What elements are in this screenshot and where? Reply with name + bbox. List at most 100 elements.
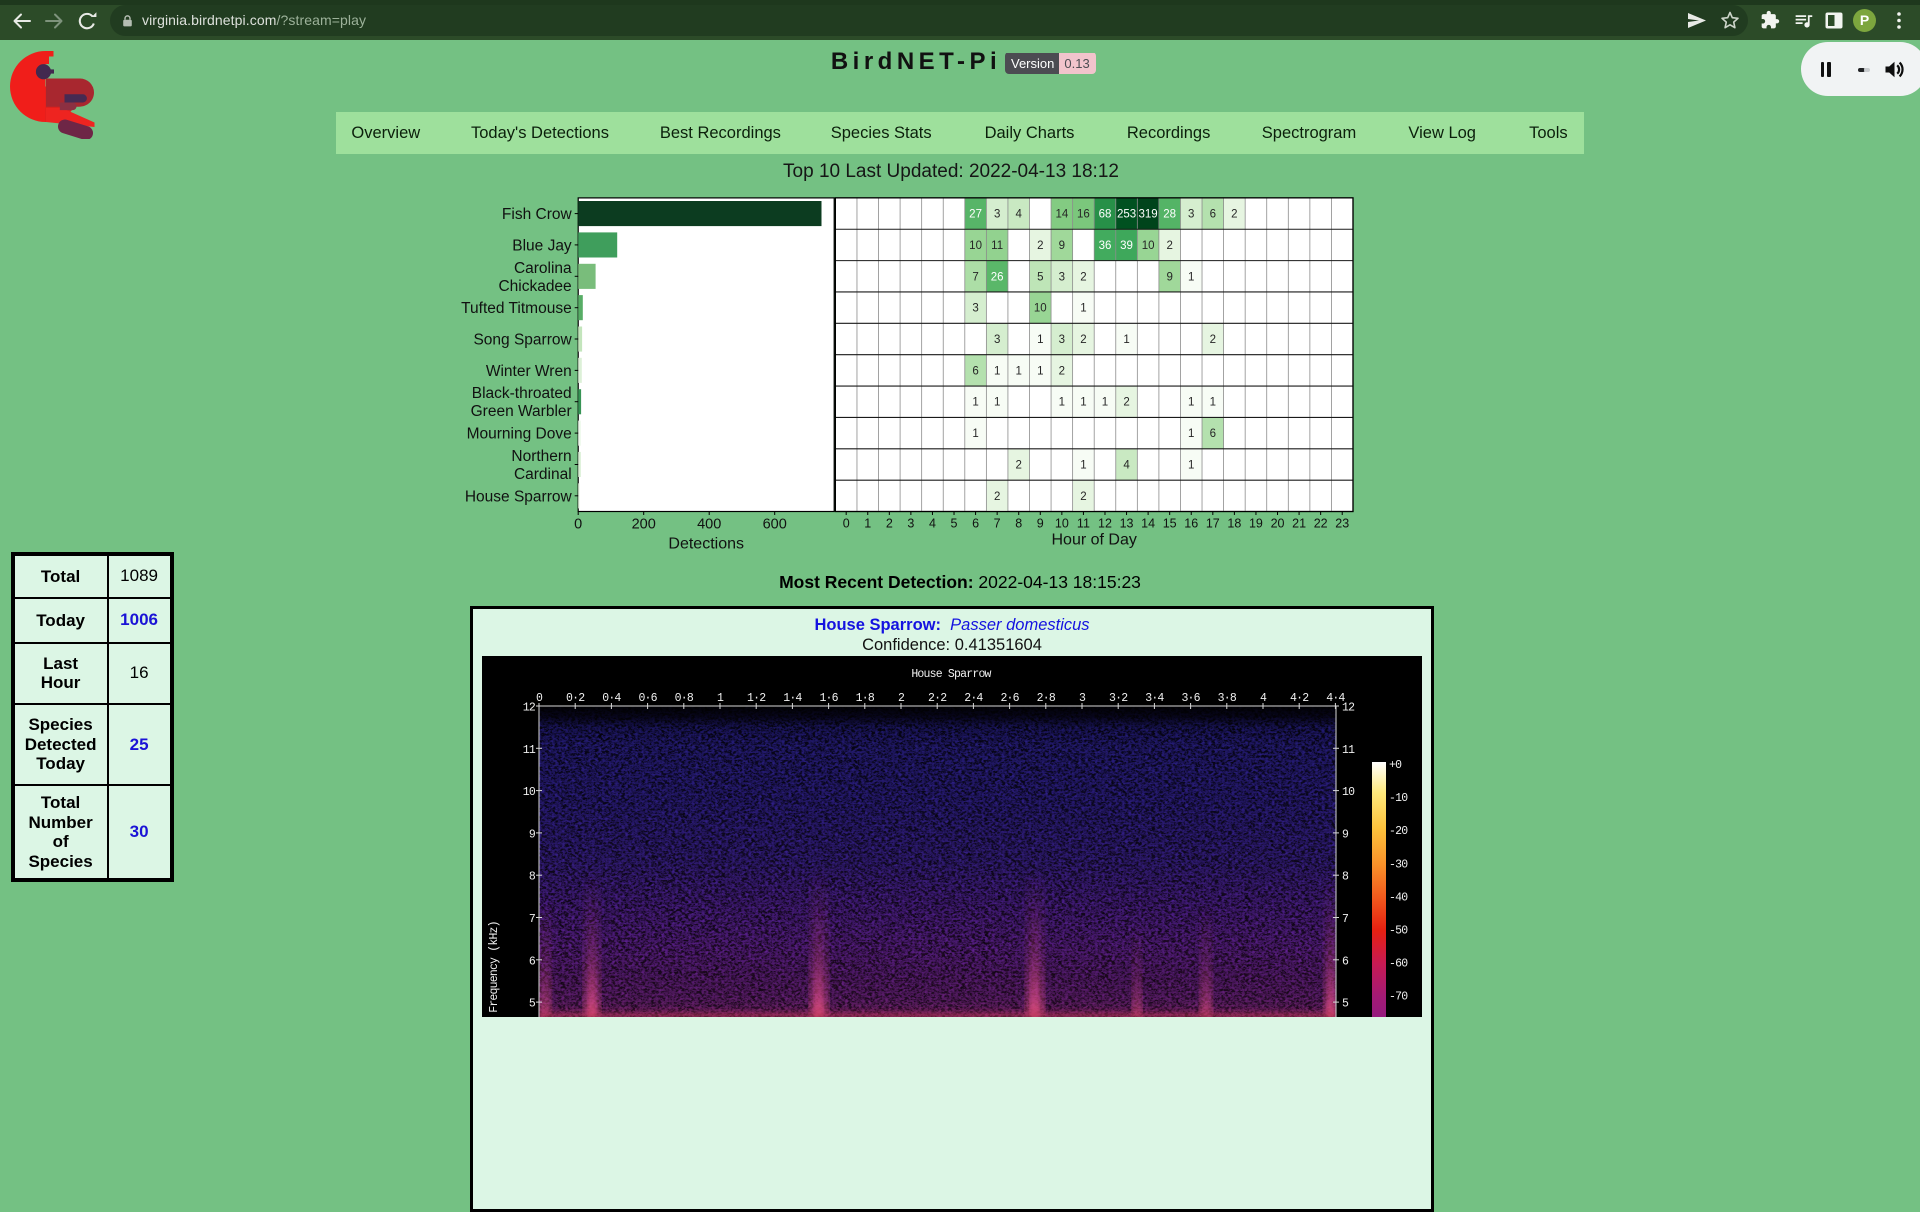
svg-text:Northern: Northern [511,448,571,465]
svg-text:253: 253 [1117,209,1136,221]
svg-text:6: 6 [1210,428,1216,440]
svg-text:6: 6 [1342,955,1349,968]
svg-text:9: 9 [1059,240,1065,252]
svg-text:1: 1 [864,517,871,531]
svg-text:17: 17 [1206,517,1220,531]
svg-text:3: 3 [972,303,978,315]
svg-text:Tufted Titmouse: Tufted Titmouse [461,300,572,317]
svg-text:0: 0 [574,517,582,533]
svg-text:68: 68 [1099,209,1112,221]
svg-text:200: 200 [632,517,656,533]
svg-text:3: 3 [1059,334,1065,346]
svg-text:8: 8 [1015,517,1022,531]
svg-text:House Sparrow: House Sparrow [911,668,991,681]
svg-text:28: 28 [1163,209,1176,221]
svg-text:Chickadee: Chickadee [498,278,571,295]
svg-text:36: 36 [1099,240,1112,252]
svg-text:27: 27 [969,209,982,221]
svg-text:11: 11 [523,744,536,757]
svg-text:10: 10 [1034,303,1047,315]
svg-text:-50: -50 [1389,925,1408,938]
svg-text:Blue Jay: Blue Jay [512,237,572,254]
svg-text:9: 9 [529,828,536,841]
svg-text:2: 2 [1231,209,1237,221]
svg-text:1: 1 [1188,428,1194,440]
svg-text:1: 1 [1059,397,1065,409]
svg-text:Green Warbler: Green Warbler [471,403,572,420]
svg-text:Fish Crow: Fish Crow [502,206,573,223]
svg-text:Hour of Day: Hour of Day [1052,532,1137,549]
svg-text:20: 20 [1271,517,1285,531]
svg-text:10: 10 [969,240,982,252]
svg-text:4: 4 [1016,209,1023,221]
svg-text:Song Sparrow: Song Sparrow [473,332,572,349]
svg-text:2: 2 [1080,491,1086,503]
svg-text:1: 1 [1188,271,1194,283]
svg-text:1: 1 [1123,334,1129,346]
svg-text:8: 8 [1342,871,1349,884]
svg-text:2: 2 [886,517,893,531]
svg-text:14: 14 [1055,209,1068,221]
svg-text:+0: +0 [1389,759,1402,772]
svg-text:1: 1 [1102,397,1108,409]
svg-text:2: 2 [1016,459,1022,471]
svg-text:1: 1 [1080,303,1086,315]
svg-text:2: 2 [1123,397,1129,409]
svg-text:9: 9 [1037,517,1044,531]
svg-text:6: 6 [1210,209,1216,221]
svg-text:House Sparrow: House Sparrow [465,488,573,505]
svg-text:-20: -20 [1389,825,1408,838]
svg-text:5: 5 [529,998,536,1011]
svg-text:1: 1 [972,397,978,409]
svg-text:-60: -60 [1389,958,1408,971]
svg-text:10: 10 [1055,517,1069,531]
svg-text:1: 1 [1080,397,1086,409]
svg-text:1: 1 [1037,334,1043,346]
svg-text:8: 8 [529,871,536,884]
svg-text:23: 23 [1335,517,1349,531]
svg-text:14: 14 [1141,517,1155,531]
svg-text:7: 7 [1342,913,1348,926]
svg-text:11: 11 [1342,744,1355,757]
svg-text:1: 1 [1210,397,1216,409]
svg-text:9: 9 [1166,271,1172,283]
svg-text:6: 6 [529,955,536,968]
svg-text:2: 2 [1210,334,1216,346]
svg-text:6: 6 [972,517,979,531]
svg-text:1: 1 [1037,365,1043,377]
svg-text:319: 319 [1139,209,1158,221]
svg-text:19: 19 [1249,517,1263,531]
svg-text:2: 2 [1059,365,1065,377]
svg-text:-10: -10 [1389,792,1408,805]
svg-text:6: 6 [972,365,978,377]
svg-text:18: 18 [1227,517,1241,531]
svg-text:Detections: Detections [668,536,744,553]
svg-text:3: 3 [1188,209,1194,221]
svg-text:1: 1 [994,365,1000,377]
svg-text:12: 12 [1098,517,1112,531]
svg-text:3: 3 [1059,271,1065,283]
svg-text:2: 2 [1080,334,1086,346]
svg-text:Mourning Dove: Mourning Dove [467,426,572,443]
svg-text:21: 21 [1292,517,1306,531]
svg-text:1: 1 [1188,459,1194,471]
svg-text:16: 16 [1077,209,1090,221]
svg-text:5: 5 [951,517,958,531]
svg-text:4: 4 [1123,459,1130,471]
svg-text:10: 10 [1142,240,1155,252]
svg-text:1: 1 [1080,459,1086,471]
svg-text:Frequency (kHz): Frequency (kHz) [488,921,501,1013]
svg-text:15: 15 [1163,517,1177,531]
svg-text:3: 3 [994,209,1000,221]
svg-text:5: 5 [1037,271,1043,283]
svg-text:10: 10 [523,786,536,799]
svg-text:3: 3 [994,334,1000,346]
svg-text:Black-throated: Black-throated [472,385,572,402]
svg-text:-70: -70 [1389,991,1408,1004]
svg-text:2: 2 [1080,271,1086,283]
svg-text:4: 4 [929,517,936,531]
svg-text:11: 11 [1077,517,1090,531]
svg-text:7: 7 [529,913,535,926]
svg-text:2: 2 [994,491,1000,503]
svg-text:2: 2 [1166,240,1172,252]
